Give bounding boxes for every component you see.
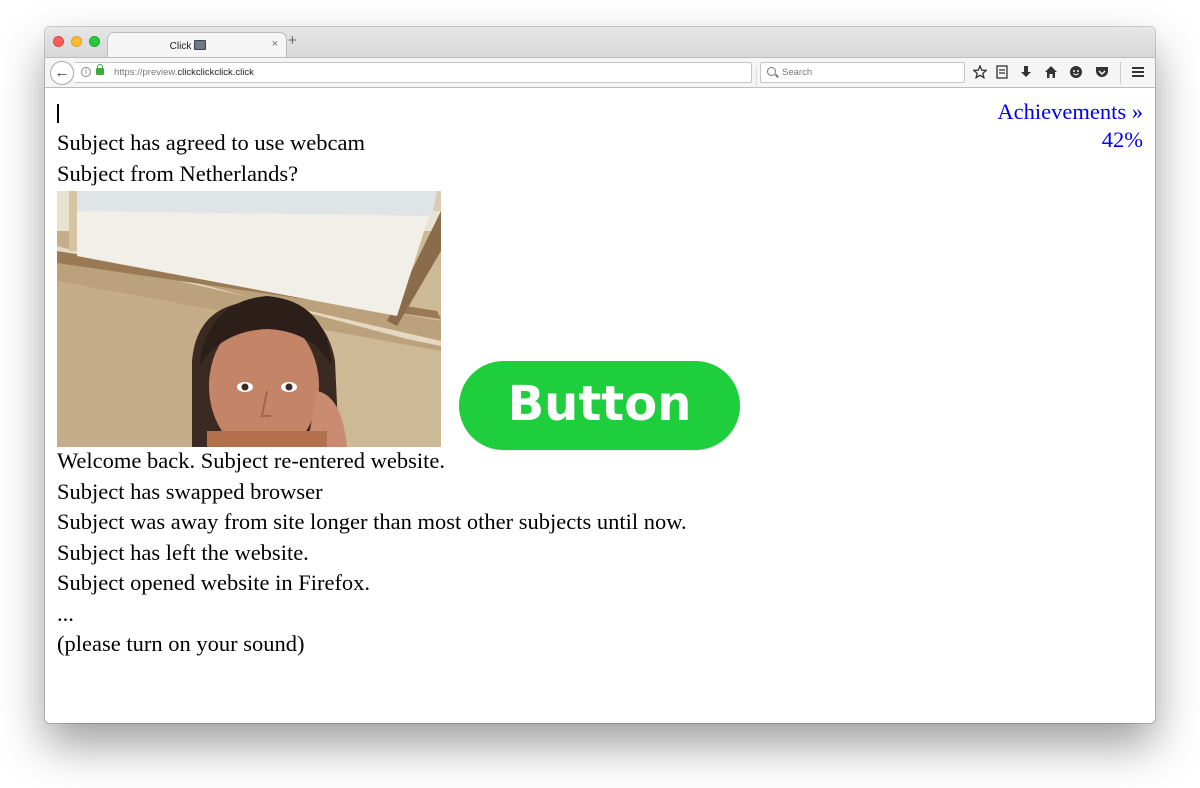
url-protocol: https://preview. — [114, 67, 178, 78]
toolbar-divider — [1120, 62, 1121, 84]
star-icon[interactable] — [973, 65, 987, 79]
search-placeholder: Search — [782, 67, 813, 78]
tab-title-container: Click — [108, 40, 268, 52]
search-icon — [767, 67, 776, 76]
smiley-icon[interactable] — [1069, 65, 1083, 79]
new-tab-button[interactable]: + — [288, 33, 297, 48]
home-icon[interactable] — [1044, 65, 1058, 79]
upper-log: Subject has agreed to use webcam Subject… — [57, 128, 365, 189]
webcam-video — [57, 191, 441, 447]
maximize-window-button[interactable] — [89, 36, 100, 47]
title-bar: Click × + — [45, 27, 1155, 59]
search-input[interactable]: Search — [760, 62, 965, 83]
achievements-link[interactable]: Achievements » — [997, 98, 1143, 126]
browser-tab[interactable]: Click × — [107, 32, 287, 59]
page-content: Achievements » 42% Subject has agreed to… — [45, 88, 1155, 723]
browser-window: Click × + ← i https://preview.clickclick… — [45, 27, 1155, 723]
url-text[interactable]: https://preview.clickclickclick.click — [114, 67, 254, 78]
minimize-window-button[interactable] — [71, 36, 82, 47]
close-tab-icon[interactable]: × — [272, 38, 278, 50]
log-line: (please turn on your sound) — [57, 631, 305, 656]
download-icon[interactable] — [1020, 65, 1032, 79]
log-line: Welcome back. Subject re-entered website… — [57, 448, 446, 473]
log-line: Subject opened website in Firefox. — [57, 570, 371, 595]
tab-title: Click — [169, 41, 192, 52]
menu-icon[interactable] — [1131, 66, 1145, 78]
url-bar[interactable]: i https://preview.clickclickclick.click … — [75, 62, 774, 88]
url-domain: clickclickclick.click — [177, 67, 254, 78]
log-line: Subject has swapped browser — [57, 478, 323, 504]
back-button[interactable]: ← — [50, 61, 74, 85]
log-line: Subject has agreed to use webcam — [57, 130, 366, 155]
log-line: Subject was away from site longer than m… — [57, 509, 687, 534]
achievements-panel: Achievements » 42% — [997, 98, 1143, 154]
log-line: Subject has left the website. — [57, 539, 309, 565]
reading-list-icon[interactable] — [996, 65, 1008, 79]
navigation-bar: ← i https://preview.clickclickclick.clic… — [45, 57, 1155, 88]
log-line: ... — [57, 600, 74, 626]
info-icon[interactable]: i — [81, 67, 91, 77]
favicon-icon — [194, 40, 207, 50]
lower-log: Welcome back. Subject re-entered website… — [57, 446, 687, 660]
text-caret — [57, 104, 59, 123]
log-line: Subject from Netherlands? — [57, 160, 299, 186]
achievements-percent[interactable]: 42% — [997, 126, 1143, 154]
lock-icon[interactable] — [96, 64, 104, 75]
close-window-button[interactable] — [53, 36, 64, 47]
green-button[interactable]: Button — [459, 361, 740, 450]
pocket-icon[interactable] — [1095, 65, 1109, 79]
